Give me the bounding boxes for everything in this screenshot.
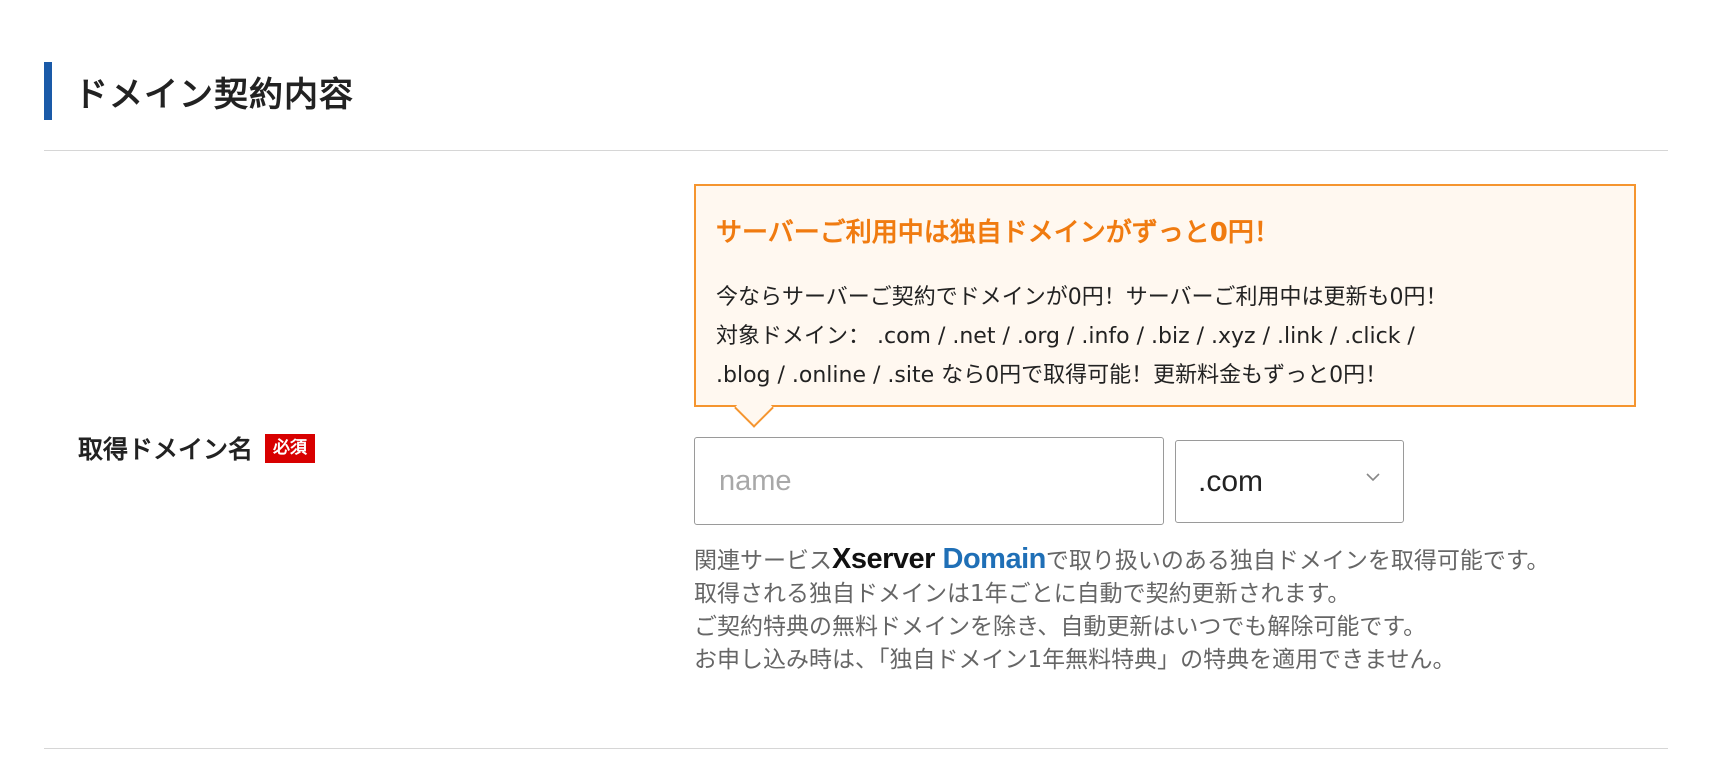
promo-title: サーバーご利用中は独自ドメインがずっと0円！ <box>716 218 1280 248</box>
xserver-domain-logo: Xserver <box>832 543 935 575</box>
note-line: 取得される独自ドメインは1年ごとに自動で契約更新されます。 <box>694 581 1351 607</box>
required-badge: 必須 <box>265 433 316 463</box>
note-related-service: 関連サービスXserver Domainで取り扱いのある独自ドメインを取得可能で… <box>694 543 1614 578</box>
tld-selected-value: .com <box>1198 464 1264 498</box>
section-header: ドメイン契約内容 <box>44 62 354 120</box>
note-line: お申し込み時は、「独自ドメイン1年無料特典」の特典を適用できません。 <box>694 647 1456 673</box>
note-suffix: で取り扱いのある独自ドメインを取得可能です。 <box>1045 548 1550 574</box>
field-label-group: 取得ドメイン名 必須 <box>78 430 316 466</box>
promo-text-line: 対象ドメイン： .com / .net / .org / .info / .bi… <box>716 324 1415 349</box>
domain-name-input[interactable] <box>694 437 1164 525</box>
chevron-down-icon <box>1366 473 1380 482</box>
promo-text-line: 今ならサーバーご契約でドメインが0円！サーバーご利用中は更新も0円！ <box>716 285 1448 310</box>
divider-top <box>44 150 1668 151</box>
promo-callout: サーバーご利用中は独自ドメインがずっと0円！ 今ならサーバーご契約でドメインが0… <box>694 184 1636 407</box>
section-accent-bar <box>44 62 52 120</box>
field-label: 取得ドメイン名 <box>78 435 254 464</box>
tld-select[interactable]: .com <box>1175 440 1404 523</box>
domain-notes: 関連サービスXserver Domainで取り扱いのある独自ドメインを取得可能で… <box>694 543 1614 677</box>
note-prefix: 関連サービス <box>694 548 832 574</box>
promo-text-line: .blog / .online / .site なら0円で取得可能！更新料金もず… <box>716 363 1388 388</box>
note-line: ご契約特典の無料ドメインを除き、自動更新はいつでも解除可能です。 <box>694 614 1427 640</box>
divider-bottom <box>44 748 1668 749</box>
xserver-domain-logo-domain: Domain <box>934 543 1046 575</box>
section-title: ドメイン契約内容 <box>74 74 354 115</box>
